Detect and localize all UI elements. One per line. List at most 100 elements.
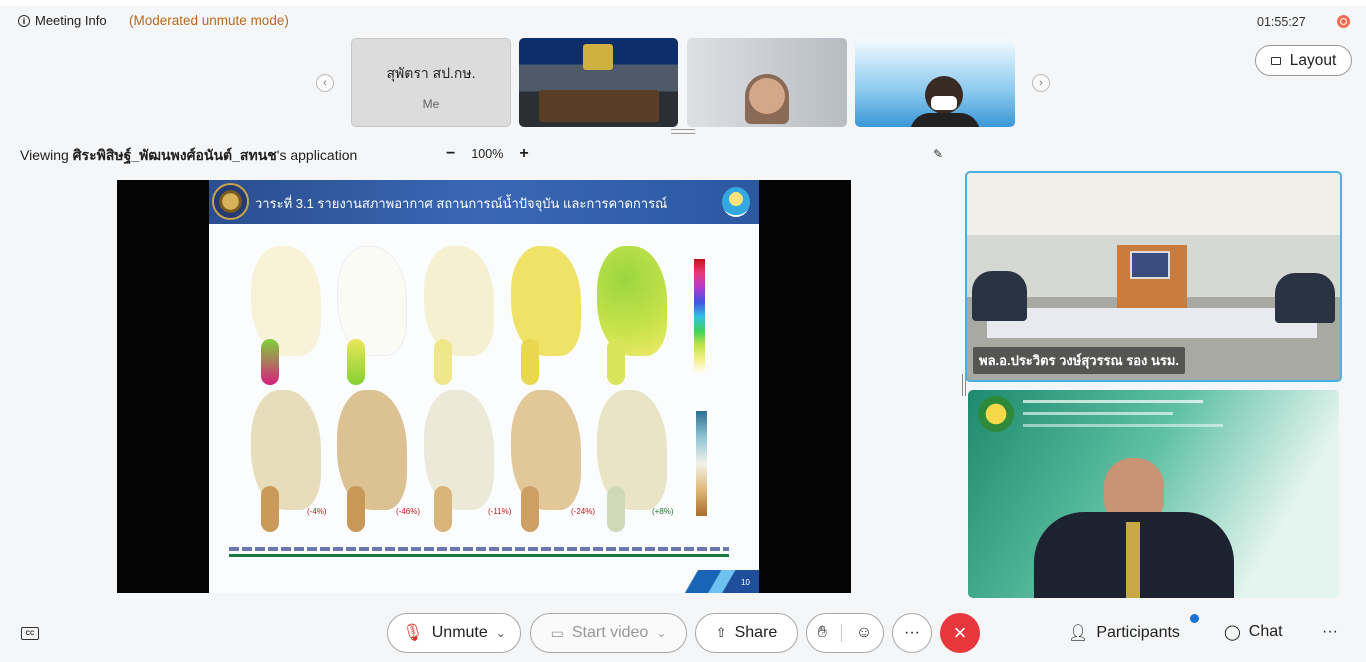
meeting-timer: 01:55:27 bbox=[1257, 15, 1306, 29]
anomaly-map-4-south bbox=[521, 486, 539, 532]
overflow-menu-button[interactable]: ··· bbox=[1322, 623, 1338, 641]
government-seal-icon bbox=[212, 183, 249, 220]
room-emblem bbox=[583, 44, 613, 70]
participant-face bbox=[749, 78, 785, 114]
shared-screen[interactable]: วาระที่ 3.1 รายงานสภาพอากาศ สถานการณ์น้ำ… bbox=[117, 180, 851, 593]
zoom-control: − 100% + bbox=[446, 145, 529, 163]
chat-icon: ◯ bbox=[1224, 624, 1241, 641]
info-icon: i bbox=[18, 14, 30, 27]
participant-left bbox=[972, 271, 1027, 321]
slide-footer-line bbox=[229, 554, 729, 557]
thumbnails-next-button[interactable]: › bbox=[1032, 74, 1050, 92]
thumbnail-strip-resize-handle[interactable] bbox=[671, 129, 695, 134]
active-speaker-video[interactable]: พล.อ.ประวิตร วงษ์สุวรรณ รอง นรม. bbox=[965, 171, 1342, 382]
active-speaker-name: พล.อ.ประวิตร วงษ์สุวรรณ รอง นรม. bbox=[973, 347, 1186, 374]
annotate-icon[interactable]: ✎ bbox=[933, 147, 943, 161]
raise-hand-icon[interactable]: ✋︎ bbox=[818, 624, 827, 642]
top-bar: i Meeting Info (Moderated unmute mode) 0… bbox=[0, 0, 1366, 36]
zoom-out-button[interactable]: − bbox=[446, 145, 455, 163]
anomaly-percent-1: (-4%) bbox=[307, 507, 327, 516]
viewing-label: Viewing ศิระพิสิษฐ์_พัฒนพงศ์อนันต์_สทนช'… bbox=[20, 145, 357, 167]
participant-thumbnail-woman[interactable] bbox=[687, 38, 847, 127]
chat-label: Chat bbox=[1248, 623, 1283, 640]
rain-map-1 bbox=[251, 246, 321, 356]
participants-button[interactable]: 👤︎ Participants bbox=[1068, 623, 1180, 643]
anomaly-color-scale bbox=[696, 411, 707, 516]
reactions-icon[interactable]: ☺ bbox=[856, 624, 872, 642]
department-logo-icon bbox=[722, 187, 750, 217]
leave-meeting-button[interactable]: × bbox=[940, 613, 980, 653]
zoom-in-button[interactable]: + bbox=[519, 145, 528, 163]
conference-table bbox=[987, 308, 1317, 338]
layout-label: Layout bbox=[1289, 51, 1337, 69]
start-video-label: Start video bbox=[571, 624, 649, 641]
reactions-divider bbox=[840, 624, 842, 642]
rain-map-5-south bbox=[607, 339, 625, 385]
mic-muted-icon: 🎙︎ bbox=[402, 623, 424, 642]
presentation-slide: วาระที่ 3.1 รายงานสภาพอากาศ สถานการณ์น้ำ… bbox=[209, 180, 759, 593]
anomaly-percent-5: (+8%) bbox=[652, 507, 674, 516]
chevron-down-icon[interactable]: ⌄ bbox=[656, 626, 666, 640]
rain-map-4-south bbox=[521, 339, 539, 385]
anomaly-percent-3: (-11%) bbox=[488, 507, 512, 516]
participant-shoulders bbox=[910, 113, 980, 127]
start-video-button[interactable]: ▭ Start video ⌄ bbox=[530, 613, 687, 653]
participants-notification-badge bbox=[1190, 614, 1199, 623]
rainfall-color-scale bbox=[694, 259, 705, 374]
room-screen bbox=[1130, 251, 1170, 279]
mask-icon bbox=[931, 96, 957, 110]
layout-icon bbox=[1270, 56, 1281, 65]
participant-thumbnail-masked[interactable] bbox=[855, 38, 1015, 127]
zoom-level: 100% bbox=[471, 147, 504, 161]
meeting-info-button[interactable]: i Meeting Info bbox=[18, 13, 107, 28]
slide-page-number: 10 bbox=[741, 578, 750, 587]
rain-map-2 bbox=[337, 246, 407, 356]
participant-right bbox=[1275, 273, 1335, 323]
layout-button[interactable]: Layout bbox=[1255, 45, 1352, 76]
camera-off-icon: ▭ bbox=[550, 624, 564, 641]
weather-maps: (-4%) (-46%) (-11%) (-24%) (+8%) bbox=[209, 224, 759, 593]
viewing-suffix: 's application bbox=[276, 147, 358, 163]
share-button[interactable]: ⇧ Share bbox=[695, 613, 798, 653]
anomaly-map-2-south bbox=[347, 486, 365, 532]
control-bar: CC 🎙︎ Unmute ⌄ ▭ Start video ⌄ ⇧ Share ✋… bbox=[0, 605, 1366, 662]
anomaly-map-1-south bbox=[261, 486, 279, 532]
chat-button[interactable]: ◯ Chat bbox=[1224, 623, 1283, 641]
speaker-tie bbox=[1126, 522, 1140, 598]
self-thumbnail[interactable]: สุพัตรา สป.กษ. Me bbox=[351, 38, 511, 127]
thumbnails-prev-button[interactable]: ‹ bbox=[316, 74, 334, 92]
self-name: สุพัตรา สป.กษ. bbox=[386, 65, 476, 81]
slide-title: วาระที่ 3.1 รายงานสภาพอากาศ สถานการณ์น้ำ… bbox=[255, 196, 668, 211]
sharer-name: ศิระพิสิษฐ์_พัฒนพงศ์อนันต์_สทนช bbox=[72, 147, 277, 163]
unmute-label: Unmute bbox=[431, 624, 488, 641]
slide-header: วาระที่ 3.1 รายงานสภาพอากาศ สถานการณ์น้ำ… bbox=[209, 180, 759, 224]
rain-map-3 bbox=[424, 246, 494, 356]
participant-thumbnail-room[interactable] bbox=[519, 38, 678, 127]
unmute-button[interactable]: 🎙︎ Unmute ⌄ bbox=[387, 613, 521, 653]
reactions-group: ✋︎ ☺ bbox=[806, 613, 884, 653]
ministry-logo-icon bbox=[978, 396, 1014, 432]
rain-map-1-south bbox=[261, 339, 279, 385]
chevron-down-icon[interactable]: ⌄ bbox=[496, 626, 506, 640]
self-label: Me bbox=[422, 97, 440, 111]
more-options-button[interactable]: ··· bbox=[892, 613, 932, 653]
ministry-banner-line-2 bbox=[1023, 412, 1173, 415]
closed-captions-icon[interactable]: CC bbox=[21, 627, 39, 640]
participant-video-ministry[interactable] bbox=[968, 390, 1339, 598]
moderated-mode-label: (Moderated unmute mode) bbox=[129, 13, 289, 28]
rain-map-2-south bbox=[347, 339, 365, 385]
rain-map-5 bbox=[597, 246, 667, 356]
meeting-info-label: Meeting Info bbox=[35, 13, 107, 28]
viewing-prefix: Viewing bbox=[20, 147, 73, 163]
participants-label: Participants bbox=[1096, 624, 1180, 641]
top-strip bbox=[0, 0, 1366, 6]
rain-map-4 bbox=[511, 246, 581, 356]
slide-footnote bbox=[229, 547, 729, 551]
room-table bbox=[539, 90, 659, 122]
anomaly-map-3-south bbox=[434, 486, 452, 532]
anomaly-percent-2: (-46%) bbox=[396, 507, 421, 516]
ministry-banner-line-1 bbox=[1023, 400, 1203, 403]
recording-icon[interactable] bbox=[1337, 15, 1350, 28]
rain-map-3-south bbox=[434, 339, 452, 385]
share-icon: ⇧ bbox=[715, 625, 727, 640]
